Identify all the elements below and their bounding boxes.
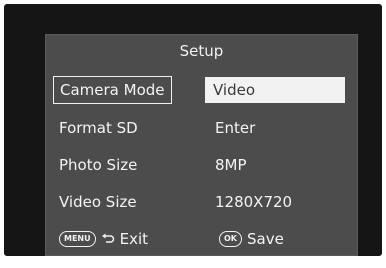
menu-item-video-size[interactable]: Video Size 1280X720 [45,187,358,217]
screen-title: Setup [179,42,224,60]
menu-item-format-sd[interactable]: Format SD Enter [45,113,358,143]
footer-bar: MENU Exit OK Save [45,228,358,250]
menu-item-label: Format SD [59,119,138,137]
menu-item-label: Camera Mode [53,76,172,104]
device-bezel: Setup Camera Mode Video Format SD Enter … [4,4,382,256]
menu-item-label: Video Size [59,193,137,211]
menu-item-label: Photo Size [59,156,138,174]
menu-item-photo-size[interactable]: Photo Size 8MP [45,150,358,180]
menu-item-value[interactable]: Enter [207,113,255,143]
menu-item-value[interactable]: Video [205,77,345,103]
menu-item-value[interactable]: 8MP [207,150,247,180]
return-arrow-icon [101,232,115,246]
save-label: Save [247,230,284,248]
ok-key-badge: OK [219,231,242,247]
exit-label: Exit [119,230,149,248]
exit-button[interactable]: MENU Exit [59,228,148,250]
save-button[interactable]: OK Save [219,228,284,250]
menu-item-camera-mode[interactable]: Camera Mode Video [45,74,358,104]
setup-screen: Setup Camera Mode Video Format SD Enter … [45,34,358,256]
menu-key-badge: MENU [59,231,96,247]
menu-item-value[interactable]: 1280X720 [207,187,292,217]
